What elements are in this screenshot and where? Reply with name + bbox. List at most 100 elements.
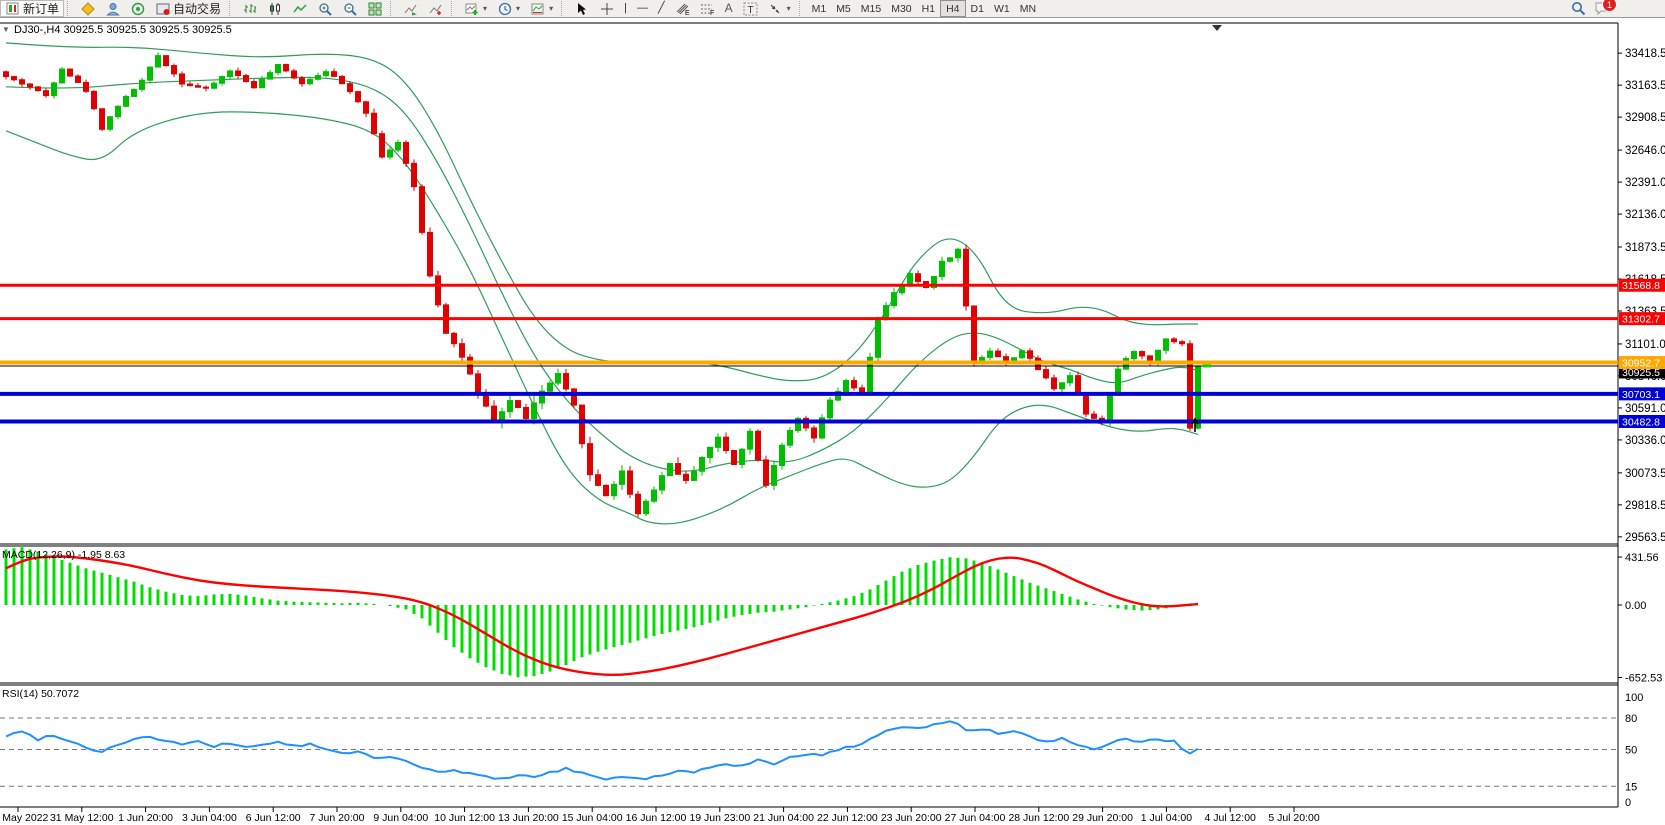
toolbar: 新订单 自动交易 (0, 0, 1665, 18)
svg-text:0.00: 0.00 (1625, 600, 1646, 612)
chevron-down-icon[interactable]: ▾ (516, 4, 520, 13)
timeframe-h1[interactable]: H1 (917, 1, 940, 16)
mt4-window: 新订单 自动交易 (0, 0, 1665, 825)
trendline-icon: ╱ (658, 2, 665, 15)
svg-text:50: 50 (1625, 745, 1637, 757)
chevron-down-icon[interactable]: ▾ (549, 4, 553, 13)
bar-chart-mode-button[interactable] (237, 0, 262, 17)
timeframe-m15[interactable]: M15 (856, 1, 886, 16)
chart-ohlc-values: 30925.5 30925.5 30925.5 30925.5 (64, 24, 232, 36)
bar-chart-icon (242, 1, 257, 16)
crosshair-tool-button[interactable] (594, 0, 619, 17)
toolbar-separator (390, 1, 395, 16)
svg-text:28 Jun 12:00: 28 Jun 12:00 (1008, 812, 1069, 824)
svg-text:1 Jun 20:00: 1 Jun 20:00 (118, 812, 173, 824)
svg-text:16 Jun 12:00: 16 Jun 12:00 (626, 812, 687, 824)
chart-window[interactable]: 33418.533163.532908.532646.032391.032136… (0, 18, 1665, 825)
timeframe-m1[interactable]: M1 (807, 1, 832, 16)
templates-button[interactable]: ▾ (525, 0, 558, 17)
svg-text:21 Jun 04:00: 21 Jun 04:00 (753, 812, 814, 824)
text-tool-button[interactable]: A (720, 0, 738, 17)
periods-icon (497, 1, 512, 16)
one-click-trading-toggle[interactable]: ▼ (2, 25, 10, 34)
svg-text:29818.5: 29818.5 (1625, 500, 1665, 512)
channel-tool-button[interactable]: E (670, 0, 695, 17)
svg-text:31873.5: 31873.5 (1625, 242, 1665, 254)
candlestick-mode-button[interactable] (262, 0, 287, 17)
add-indicator-button[interactable]: ▾ (459, 0, 492, 17)
horizontal-level-lines[interactable] (0, 285, 1618, 421)
line-chart-mode-button[interactable] (287, 0, 312, 17)
auto-scroll-button[interactable] (398, 0, 423, 17)
autotrading-icon (155, 1, 170, 16)
chevron-down-icon[interactable]: ▾ (787, 4, 791, 13)
arrows-tool-button[interactable]: ▾ (763, 0, 796, 17)
autotrading-button[interactable]: 自动交易 (150, 0, 226, 17)
autotrading-label: 自动交易 (173, 0, 221, 17)
svg-text:7 Jun 20:00: 7 Jun 20:00 (310, 812, 365, 824)
horizontal-line-tool-button[interactable]: — (632, 0, 653, 17)
toolbar-right: 1 (1571, 1, 1609, 16)
svg-text:-652.53: -652.53 (1625, 673, 1662, 685)
chat-icon[interactable]: 1 (1594, 1, 1609, 16)
svg-text:9 Jun 04:00: 9 Jun 04:00 (373, 812, 428, 824)
timeframe-h4[interactable]: H4 (940, 0, 965, 17)
svg-text:31302.7: 31302.7 (1622, 314, 1660, 326)
current-price-tick (1203, 364, 1211, 367)
vertical-line-icon: | (624, 2, 627, 15)
svg-text:30336.0: 30336.0 (1625, 435, 1665, 447)
search-icon[interactable] (1571, 1, 1586, 16)
new-order-icon (5, 1, 20, 16)
horizontal-line-icon: — (637, 2, 648, 15)
chevron-down-icon[interactable]: ▾ (483, 4, 487, 13)
svg-text:10 Jun 12:00: 10 Jun 12:00 (434, 812, 495, 824)
timeframe-w1[interactable]: W1 (989, 1, 1015, 16)
trendline-tool-button[interactable]: ╱ (653, 0, 670, 17)
timeframe-m30[interactable]: M30 (886, 1, 916, 16)
timeframe-mn[interactable]: MN (1015, 1, 1041, 16)
svg-text:431.56: 431.56 (1625, 552, 1659, 564)
bollinger-bands (6, 43, 1198, 524)
fibonacci-tool-button[interactable]: F (695, 0, 720, 17)
svg-text:3 Jun 04:00: 3 Jun 04:00 (182, 812, 237, 824)
metaeditor-button[interactable] (75, 0, 100, 17)
svg-text:6 Jun 12:00: 6 Jun 12:00 (246, 812, 301, 824)
signals-button[interactable] (125, 0, 150, 17)
time-axis[interactable]: 30 May 202231 May 12:001 Jun 20:003 Jun … (0, 807, 1320, 824)
periods-button[interactable]: ▾ (492, 0, 525, 17)
profile-button[interactable] (100, 0, 125, 17)
new-order-button[interactable]: 新订单 (0, 0, 64, 17)
chart-shift-icon (428, 1, 443, 16)
text-icon: A (725, 2, 733, 15)
svg-text:100: 100 (1625, 692, 1643, 704)
chart-canvas[interactable]: 33418.533163.532908.532646.032391.032136… (0, 18, 1665, 825)
chart-symbol-timeframe: DJ30-,H4 (14, 24, 60, 36)
price-axis[interactable]: 33418.533163.532908.532646.032391.032136… (1618, 48, 1665, 544)
timeframe-m5[interactable]: M5 (831, 1, 856, 16)
fibonacci-icon: F (700, 1, 715, 16)
zoom-out-button[interactable] (337, 0, 362, 17)
chart-shift-button[interactable] (423, 0, 448, 17)
cursor-tool-button[interactable] (569, 0, 594, 17)
profile-icon (105, 1, 120, 16)
svg-text:32646.0: 32646.0 (1625, 145, 1665, 157)
svg-text:5 Jul 20:00: 5 Jul 20:00 (1268, 812, 1320, 824)
svg-text:32136.0: 32136.0 (1625, 209, 1665, 221)
toolbar-separator (799, 1, 804, 16)
crosshair-icon (599, 1, 614, 16)
chart-frame (0, 23, 1618, 807)
tile-windows-button[interactable] (362, 0, 387, 17)
vertical-line-tool-button[interactable]: | (619, 0, 632, 17)
toolbar-separator (561, 1, 566, 16)
svg-text:80: 80 (1625, 713, 1637, 725)
svg-text:23 Jun 20:00: 23 Jun 20:00 (881, 812, 942, 824)
new-order-label: 新订单 (23, 0, 59, 17)
tile-windows-icon (367, 1, 382, 16)
svg-text:33418.5: 33418.5 (1625, 48, 1665, 60)
text-label-tool-button[interactable]: T (738, 0, 763, 17)
timeframe-d1[interactable]: D1 (966, 1, 989, 16)
svg-text:30073.5: 30073.5 (1625, 468, 1665, 480)
chart-title: DJ30-,H4 30925.5 30925.5 30925.5 30925.5 (14, 24, 232, 36)
zoom-in-button[interactable] (312, 0, 337, 17)
svg-text:15 Jun 04:00: 15 Jun 04:00 (562, 812, 623, 824)
